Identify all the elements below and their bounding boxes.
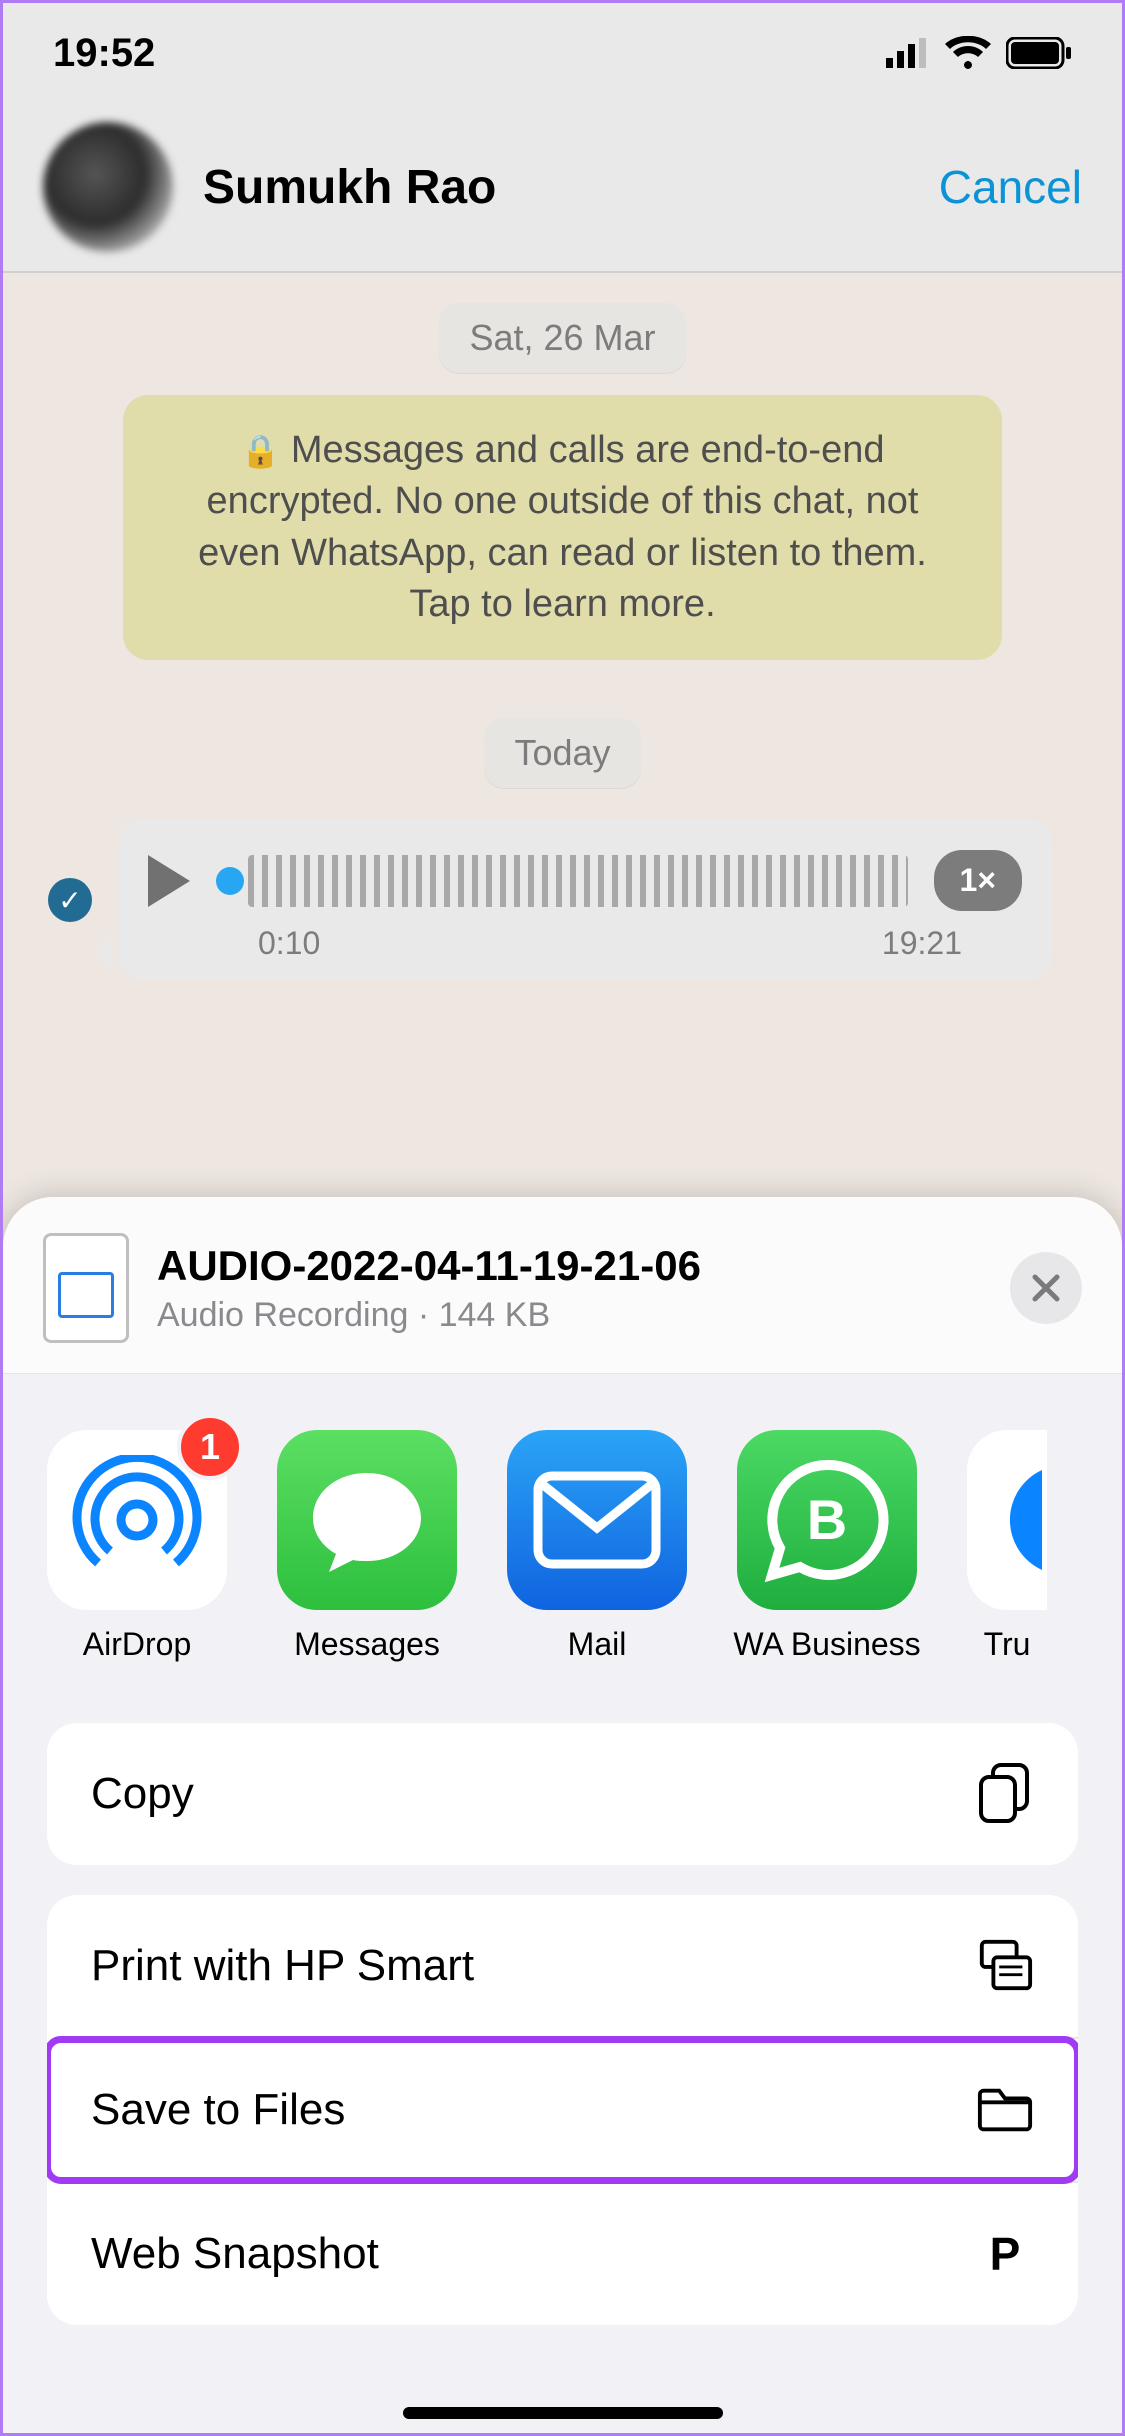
action-card-copy: Copy	[47, 1723, 1078, 1865]
screen: 19:52 Sumukh Rao Cancel Sat, 26 Mar 🔒 Me…	[0, 0, 1125, 2436]
action-card-group: Print with HP Smart Save to Files Web Sn…	[47, 1895, 1078, 2325]
wifi-icon	[945, 36, 991, 70]
app-messages[interactable]: Messages	[277, 1430, 457, 1663]
status-bar: 19:52	[3, 3, 1122, 103]
folder-icon	[976, 2081, 1034, 2139]
cancel-button[interactable]: Cancel	[939, 160, 1082, 214]
app-label: AirDrop	[83, 1626, 191, 1663]
web-snapshot-icon: P	[976, 2225, 1034, 2283]
action-label: Copy	[91, 1769, 194, 1819]
svg-text:B: B	[807, 1488, 847, 1551]
app-truecaller[interactable]: Tru	[967, 1430, 1047, 1663]
action-save-to-files[interactable]: Save to Files	[47, 2039, 1078, 2181]
encryption-notice[interactable]: 🔒 Messages and calls are end-to-end encr…	[123, 395, 1002, 660]
printer-icon	[976, 1937, 1034, 1995]
share-actions: Copy Print with HP Smart Save to Files	[3, 1723, 1122, 2395]
share-apps-row[interactable]: 1 AirDrop Messages Mail B WA	[3, 1374, 1122, 1723]
app-wa-business[interactable]: B WA Business	[737, 1430, 917, 1663]
cellular-icon	[886, 38, 930, 68]
action-label: Save to Files	[91, 2085, 345, 2135]
share-file-subtitle: Audio Recording · 144 KB	[157, 1296, 701, 1335]
mail-icon	[507, 1430, 687, 1610]
home-indicator[interactable]	[403, 2407, 723, 2419]
app-mail[interactable]: Mail	[507, 1430, 687, 1663]
selection-check-icon[interactable]: ✓	[48, 878, 92, 922]
contact-name[interactable]: Sumukh Rao	[203, 160, 496, 215]
progress-knob[interactable]	[216, 867, 244, 895]
encryption-text: Messages and calls are end-to-end encryp…	[198, 429, 927, 625]
action-label: Web Snapshot	[91, 2229, 379, 2279]
date-pill: Sat, 26 Mar	[439, 303, 685, 373]
action-copy[interactable]: Copy	[47, 1723, 1078, 1865]
voice-elapsed: 0:10	[258, 925, 320, 962]
file-icon	[43, 1233, 129, 1343]
waveform-icon	[248, 855, 908, 907]
wa-business-icon: B	[737, 1430, 917, 1610]
voice-progress[interactable]	[216, 853, 908, 909]
voice-message[interactable]: ✓ 1× 0:10 19:21	[118, 820, 1052, 980]
play-icon[interactable]	[148, 855, 190, 907]
close-icon	[1031, 1273, 1061, 1303]
action-print[interactable]: Print with HP Smart	[47, 1895, 1078, 2037]
share-header: AUDIO-2022-04-11-19-21-06 Audio Recordin…	[3, 1197, 1122, 1374]
app-label: WA Business	[733, 1626, 920, 1663]
app-label: Mail	[568, 1626, 627, 1663]
chat-body: Sat, 26 Mar 🔒 Messages and calls are end…	[3, 273, 1122, 1209]
app-airdrop[interactable]: 1 AirDrop	[47, 1430, 227, 1663]
playback-speed-button[interactable]: 1×	[934, 850, 1022, 911]
battery-icon	[1006, 37, 1072, 69]
share-file-title: AUDIO-2022-04-11-19-21-06	[157, 1242, 701, 1290]
action-web-snapshot[interactable]: Web Snapshot P	[47, 2183, 1078, 2325]
action-label: Print with HP Smart	[91, 1941, 474, 1991]
airdrop-icon: 1	[47, 1430, 227, 1610]
chat-header: Sumukh Rao Cancel	[3, 103, 1122, 273]
app-label: Tru	[984, 1626, 1031, 1663]
date-pill-today: Today	[484, 718, 640, 788]
status-time: 19:52	[53, 31, 155, 76]
status-indicators	[886, 36, 1072, 70]
share-sheet: AUDIO-2022-04-11-19-21-06 Audio Recordin…	[3, 1197, 1122, 2433]
airdrop-badge: 1	[177, 1414, 243, 1480]
close-button[interactable]	[1010, 1252, 1082, 1324]
truecaller-icon	[967, 1430, 1047, 1610]
avatar[interactable]	[43, 122, 173, 252]
app-label: Messages	[294, 1626, 440, 1663]
messages-icon	[277, 1430, 457, 1610]
copy-icon	[976, 1765, 1034, 1823]
voice-timestamp: 19:21	[882, 925, 962, 962]
lock-icon: 🔒	[241, 433, 281, 469]
